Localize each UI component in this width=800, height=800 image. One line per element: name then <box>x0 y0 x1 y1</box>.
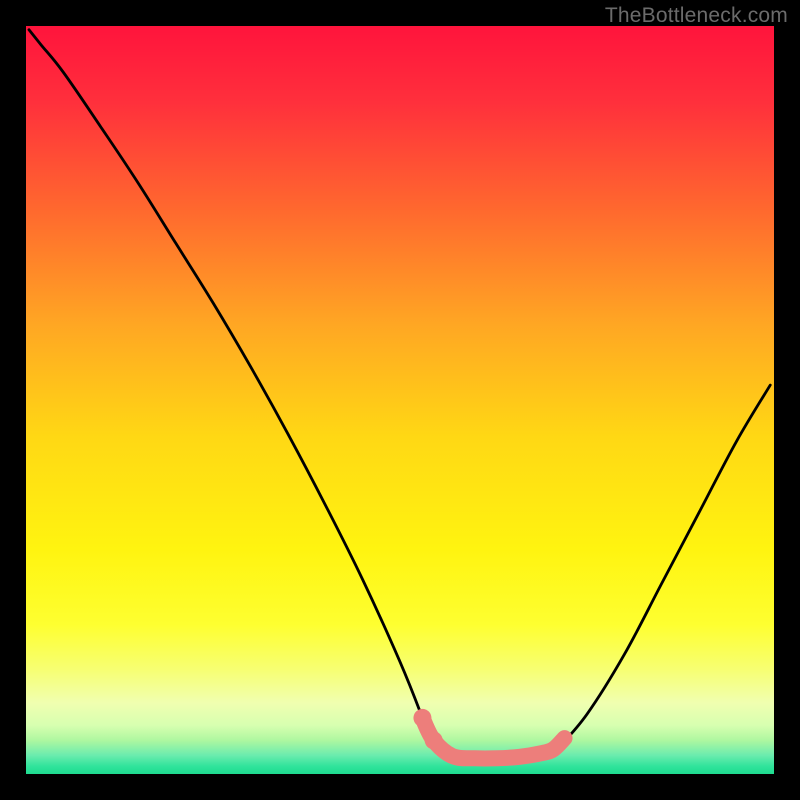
highlight-dot-1 <box>425 731 443 749</box>
chart-plot-area <box>26 26 774 774</box>
bottleneck-curve-chart <box>26 26 774 774</box>
highlight-dot-0 <box>413 709 431 727</box>
watermark-text: TheBottleneck.com <box>605 4 788 28</box>
chart-frame: TheBottleneck.com <box>0 0 800 800</box>
